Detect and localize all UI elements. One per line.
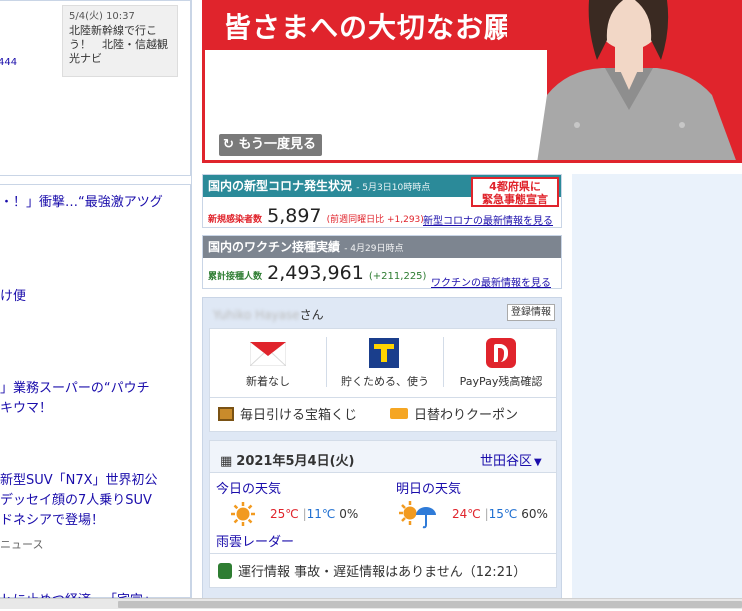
mail-label: 新着なし: [246, 375, 290, 388]
user-suffix: さん: [299, 308, 324, 322]
location-label: 世田谷区: [480, 454, 533, 469]
train-icon: [218, 563, 232, 579]
tomorrow-high: 24℃: [452, 507, 481, 521]
covid-as-of: - 5月3日10時時点: [356, 183, 431, 193]
vaccine-title: 国内のワクチン接種実績: [208, 240, 341, 254]
weather-date: ▦ 2021年5月4日(火): [220, 450, 354, 469]
covid-title: 国内の新型コロナ発生状況: [208, 179, 353, 193]
video-title: 皆さまへの大切なお願い: [223, 11, 543, 44]
mail-icon: [250, 342, 286, 366]
user-greeting: Yuhiko Hayaseさん: [213, 306, 324, 323]
lottery-link[interactable]: 毎日引ける宝箱くじ: [218, 404, 357, 423]
tpoint-icon: [369, 338, 399, 368]
covid-stats: 新規感染者数 5,897 (前週同曜日比 +1,293): [208, 205, 424, 227]
account-button[interactable]: 登録情報: [507, 304, 555, 321]
coupon-icon: [390, 408, 408, 419]
scrollbar-thumb[interactable]: [118, 601, 742, 608]
news-link-4[interactable]: 新型SUV「N7X」世界初公: [0, 471, 158, 491]
alert-line1: 4都府県に: [489, 180, 541, 193]
tomorrow-weather-label[interactable]: 明日の天気: [396, 478, 461, 497]
paypay-label: PayPay残高確認: [459, 375, 543, 388]
news-link-4b[interactable]: デッセイ顔の7人乗りSUV: [0, 491, 152, 511]
news-link-4c[interactable]: ドネシアで登場！: [0, 511, 104, 531]
treasure-chest-icon: [218, 407, 234, 421]
vaccine-change: (+211,225): [368, 271, 427, 282]
today-low: 11℃: [306, 507, 336, 521]
news-link-3b[interactable]: キウマ！: [0, 399, 52, 419]
today-temps: 25℃ |11℃ 0%: [270, 507, 359, 521]
weather-date-text: 2021年5月4日(火): [236, 454, 355, 469]
news-link-1[interactable]: ・！」衝撃…“最強激アツグ: [0, 193, 163, 213]
left-column: 5/4(火) 10:37 北陸新幹線で行こう！ 北陸・信越観光ナビ 444 ・！…: [0, 0, 192, 608]
right-column-bg: [572, 174, 742, 599]
coupon-label: 日替わりクーポン: [414, 408, 519, 423]
mail-service[interactable]: 新着なし: [210, 329, 326, 397]
chevron-down-icon: ▼: [534, 457, 542, 468]
cases-label: 新規感染者数: [208, 215, 263, 225]
weather-header: ▦ 2021年5月4日(火) 世田谷区 ▼: [210, 441, 556, 473]
news-link-2[interactable]: け便: [0, 287, 26, 307]
today-high: 25℃: [270, 507, 299, 521]
replay-button[interactable]: ↻ もう一度見る: [219, 134, 323, 156]
tpoint-service[interactable]: 貯くためる、使う: [327, 329, 443, 397]
horizontal-scrollbar[interactable]: [0, 598, 742, 609]
covid-more-link[interactable]: 新型コロナの最新情報を見る: [423, 212, 553, 227]
presenter-image: [507, 0, 739, 160]
topic-card[interactable]: 5/4(火) 10:37 北陸新幹線で行こう！ 北陸・信越観光ナビ: [62, 5, 178, 77]
left-top-box: 5/4(火) 10:37 北陸新幹線で行こう！ 北陸・信越観光ナビ 444: [0, 0, 191, 176]
calendar-icon: ▦: [220, 454, 233, 469]
weather-box: ▦ 2021年5月4日(火) 世田谷区 ▼ 今日の天気 25℃ |11℃ 0% 明日…: [209, 440, 557, 588]
replay-icon: ↻: [223, 137, 234, 152]
left-news-box: ・！」衝撃…“最強激アツグ け便 」業務スーパーの“パウチ キウマ！ 新型SUV…: [0, 184, 191, 608]
vaccine-more-link[interactable]: ワクチンの最新情報を見る: [431, 274, 551, 289]
lottery-label: 毎日引ける宝箱くじ: [240, 408, 358, 423]
paypay-service[interactable]: PayPay残高確認: [444, 329, 558, 397]
tomorrow-low: 15℃: [488, 507, 518, 521]
user-name: Yuhiko Hayase: [213, 308, 300, 322]
vaccine-label: 累計接種人数: [208, 272, 263, 282]
rain-radar-link[interactable]: 雨雲レーダー: [216, 531, 294, 550]
news-link-3[interactable]: 」業務スーパーの“パウチ: [0, 379, 150, 399]
divider: [210, 397, 556, 398]
news-source: ニュース: [0, 538, 44, 551]
services-box: 新着なし 貯くためる、使う PayPay残高確認 毎日引ける宝箱くじ 日替わりク…: [209, 328, 557, 432]
topic-date: 5/4(火) 10:37: [69, 11, 135, 22]
vaccine-as-of: - 4月29日時点: [344, 244, 404, 254]
vaccine-value: 2,493,961: [267, 262, 364, 284]
user-panel: Yuhiko Hayaseさん 登録情報 新着なし 貯くためる、使う PayPa…: [202, 297, 562, 599]
tomorrow-temps: 24℃ |15℃ 60%: [452, 507, 548, 521]
location-select[interactable]: 世田谷区 ▼: [480, 450, 542, 469]
topic-text: 北陸新幹線で行こう！ 北陸・信越観光ナビ: [69, 24, 168, 65]
sun-rain-icon: [398, 499, 438, 529]
sun-icon: [230, 501, 256, 527]
today-weather-label[interactable]: 今日の天気: [216, 478, 281, 497]
video-banner[interactable]: 皆さまへの大切なお願い ↻ もう一度見る: [202, 0, 742, 163]
emergency-badge[interactable]: 4都府県に 緊急事態宣言: [471, 177, 559, 207]
covid-panel: 国内の新型コロナ発生状況 - 5月3日10時時点 4都府県に 緊急事態宣言 新規…: [202, 174, 562, 228]
side-number: 444: [0, 57, 18, 68]
vaccine-panel: 国内のワクチン接種実績 - 4月29日時点 累計接種人数 2,493,961 (…: [202, 235, 562, 289]
video-title-bar: 皆さまへの大切なお願い: [205, 0, 541, 50]
transit-status: 事故・遅延情報はありません（12:21）: [294, 565, 527, 580]
alert-line2: 緊急事態宣言: [482, 193, 548, 206]
tomorrow-rain: 60%: [521, 507, 548, 521]
paypay-icon: [486, 338, 516, 368]
coupon-link[interactable]: 日替わりクーポン: [390, 404, 518, 423]
replay-label: もう一度見る: [238, 137, 317, 152]
vaccine-header: 国内のワクチン接種実績 - 4月29日時点: [203, 236, 561, 258]
vaccine-stats: 累計接種人数 2,493,961 (+211,225): [208, 262, 426, 284]
today-rain: 0%: [339, 507, 359, 521]
cases-value: 5,897: [267, 205, 322, 227]
transit-info[interactable]: 運行情報 事故・遅延情報はありません（12:21）: [218, 561, 526, 580]
transit-label: 運行情報: [238, 565, 291, 580]
divider: [210, 553, 556, 554]
tpoint-label: 貯くためる、使う: [341, 375, 429, 388]
cases-change: (前週同曜日比 +1,293): [326, 215, 424, 225]
